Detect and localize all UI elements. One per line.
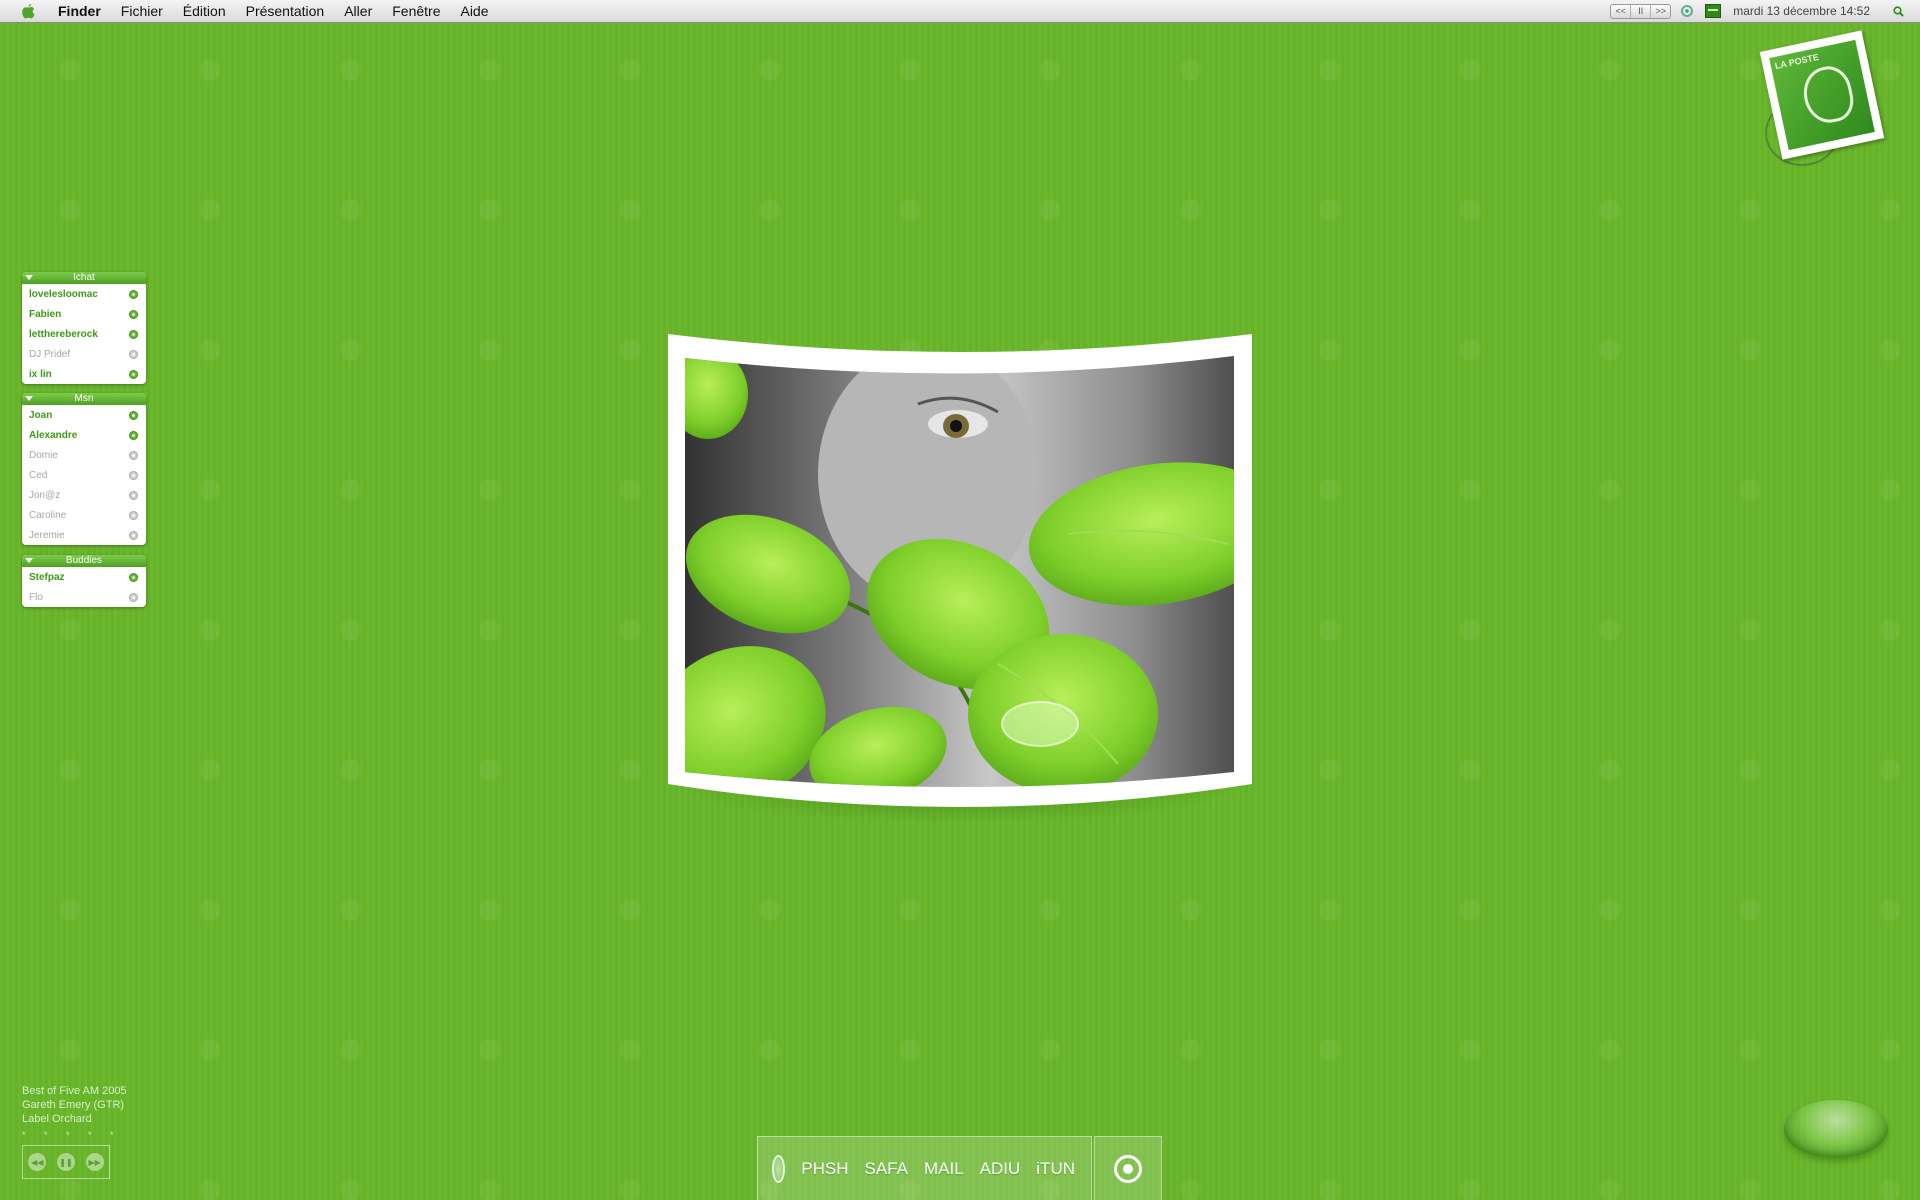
dock-circle-icon[interactable] (772, 1154, 786, 1183)
buddy-name: ix lin (29, 368, 52, 380)
buddy-row[interactable]: DJ Pridef (22, 344, 146, 364)
status-dot-icon (129, 369, 138, 379)
buddy-name: Domie (29, 449, 58, 461)
status-ring-icon[interactable] (1681, 5, 1694, 17)
stamp-artwork: LA POSTE (1769, 39, 1875, 151)
status-dot-icon (129, 309, 138, 319)
dock-side-panel (1094, 1136, 1162, 1200)
msn-buddy-widget: Msn Joan Alexandre Domie Ced Jon@z Carol… (22, 393, 146, 545)
buddy-row[interactable]: Ced (22, 465, 146, 485)
dock: PHSH SAFA MAIL ADIU iTUN (757, 1136, 1162, 1200)
disclosure-triangle-icon[interactable] (25, 558, 33, 563)
buddy-name: lovelesloomac (29, 288, 98, 300)
buddies-widget-title: Buddies (65, 555, 103, 566)
now-playing-widget: Best of Five AM 2005 Gareth Emery (GTR) … (22, 1084, 127, 1142)
menu-bar: Finder Fichier Édition Présentation Alle… (0, 0, 1920, 23)
msn-widget-header[interactable]: Msn (22, 393, 146, 405)
buddy-name: Jon@z (29, 489, 61, 501)
buddy-name: Stefpaz (29, 571, 65, 583)
buddy-row[interactable]: letthereberock (22, 324, 146, 344)
status-dot-icon (129, 430, 138, 440)
msn-widget-title: Msn (74, 393, 94, 404)
now-playing-controls: ◀◀ ❚❚ ▶▶ (22, 1145, 110, 1179)
buddy-row[interactable]: Domie (22, 445, 146, 465)
ichat-buddy-widget: Ichat lovelesloomac Fabien letthereberoc… (22, 272, 146, 384)
status-dot-icon (129, 592, 138, 602)
now-playing-label: Label Orchard (22, 1113, 92, 1125)
buddy-row[interactable]: Fabien (22, 304, 146, 324)
now-playing-artist: Gareth Emery (GTR) (22, 1099, 125, 1111)
stamp-text: LA POSTE (1773, 51, 1820, 72)
dock-item-adium[interactable]: ADIU (980, 1159, 1021, 1179)
menubar-clock[interactable]: mardi 13 décembre 14:52 (1733, 4, 1870, 18)
dock-main-panel: PHSH SAFA MAIL ADIU iTUN (757, 1136, 1092, 1200)
buddy-row[interactable]: Flo (22, 587, 146, 607)
ichat-widget-header[interactable]: Ichat (22, 272, 146, 284)
panel-icon[interactable] (1705, 4, 1722, 18)
buddies-widget: Buddies Stefpaz Flo (22, 555, 146, 607)
menu-aller[interactable]: Aller (334, 0, 382, 22)
buddy-row[interactable]: Alexandre (22, 425, 146, 445)
buddy-row[interactable]: Caroline (22, 505, 146, 525)
menubar-prev-button[interactable]: << (1611, 4, 1632, 18)
menu-finder[interactable]: Finder (48, 0, 111, 22)
menu-fichier[interactable]: Fichier (111, 0, 173, 22)
search-icon[interactable] (1890, 3, 1906, 19)
buddy-name: Caroline (29, 509, 67, 521)
water-drop-icon[interactable] (1784, 1100, 1888, 1158)
menu-fenetre[interactable]: Fenêtre (382, 0, 450, 22)
now-playing-album: Best of Five AM 2005 (22, 1085, 127, 1097)
menu-presentation[interactable]: Présentation (236, 0, 335, 22)
buddy-row[interactable]: lovelesloomac (22, 284, 146, 304)
status-dot-icon (129, 410, 138, 420)
buddy-name: Ced (29, 469, 48, 481)
forward-icon[interactable]: ▶▶ (85, 1153, 104, 1171)
status-dot-icon (129, 572, 138, 582)
rewind-icon[interactable]: ◀◀ (28, 1153, 47, 1171)
dock-item-mail[interactable]: MAIL (924, 1159, 964, 1179)
menubar-next-button[interactable]: >> (1651, 5, 1670, 18)
dock-item-safari[interactable]: SAFA (865, 1159, 908, 1179)
ichat-widget-title: Ichat (73, 272, 95, 283)
status-dot-icon (129, 530, 138, 540)
stamp-widget[interactable]: LA POSTE (1759, 30, 1885, 160)
status-dot-icon (129, 450, 138, 460)
menubar-pause-button[interactable]: II (1631, 4, 1652, 18)
buddy-name: Fabien (29, 308, 62, 320)
rating-stars[interactable]: * * * * * (22, 1128, 127, 1142)
dock-item-photoshop[interactable]: PHSH (801, 1159, 848, 1179)
buddies-widget-header[interactable]: Buddies (22, 555, 146, 567)
disclosure-triangle-icon[interactable] (25, 275, 33, 280)
buddy-name: Joan (29, 409, 53, 421)
status-dot-icon (129, 490, 138, 500)
buddy-name: Flo (29, 591, 43, 603)
menu-aide[interactable]: Aide (450, 0, 498, 22)
menubar-media-controls: << II >> (1610, 3, 1672, 19)
disclosure-triangle-icon[interactable] (25, 396, 33, 401)
status-dot-icon (129, 510, 138, 520)
buddy-name: Jeremie (29, 529, 65, 541)
dock-item-itunes[interactable]: iTUN (1036, 1159, 1075, 1179)
buddy-name: Alexandre (29, 429, 78, 441)
status-dot-icon (129, 289, 138, 299)
marianne-icon (1798, 62, 1858, 128)
buddy-name: DJ Pridef (29, 348, 71, 360)
buddy-name: letthereberock (29, 328, 98, 340)
buddy-row[interactable]: Jeremie (22, 525, 146, 545)
apple-icon[interactable] (20, 3, 36, 19)
buddy-row[interactable]: ix lin (22, 364, 146, 384)
status-dot-icon (129, 470, 138, 480)
buddy-row[interactable]: Stefpaz (22, 567, 146, 587)
photo-artwork (668, 334, 1252, 807)
menu-edition[interactable]: Édition (173, 0, 236, 22)
curled-photo-frame (668, 334, 1252, 824)
status-dot-icon (129, 329, 138, 339)
pause-icon[interactable]: ❚❚ (56, 1153, 75, 1171)
buddy-row[interactable]: Jon@z (22, 485, 146, 505)
target-ring-icon[interactable] (1114, 1154, 1142, 1183)
status-dot-icon (129, 349, 138, 359)
menu-extras: << II >> mardi 13 décembre 14:52 (1610, 0, 1920, 22)
buddy-row[interactable]: Joan (22, 405, 146, 425)
